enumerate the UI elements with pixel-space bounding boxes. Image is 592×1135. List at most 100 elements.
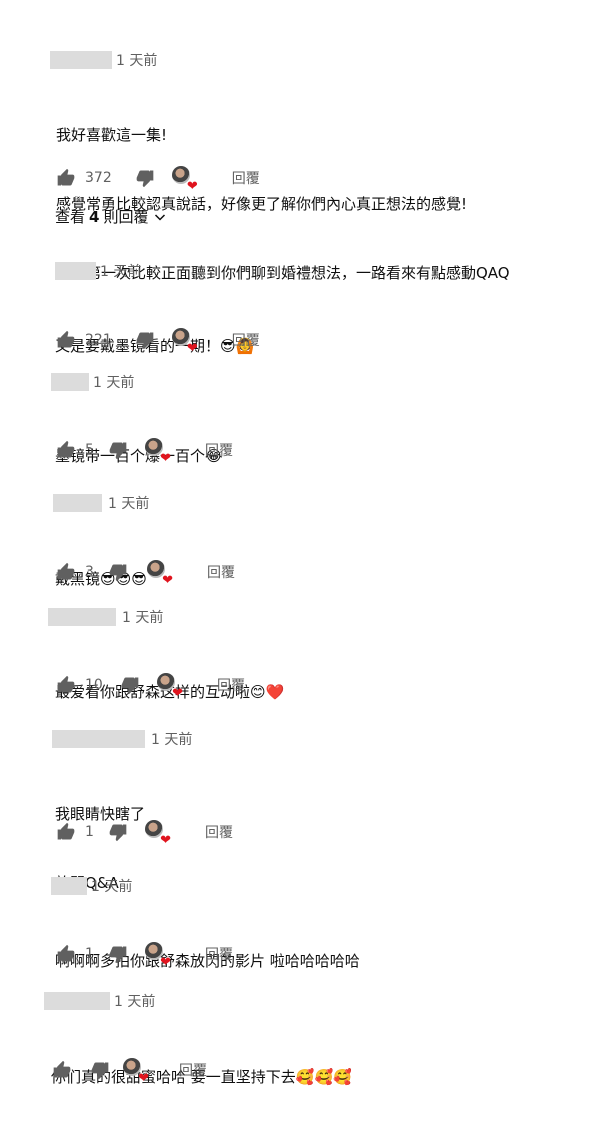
dislike-button[interactable] — [107, 561, 129, 583]
heart-icon: ❤ — [186, 179, 198, 194]
like-button[interactable] — [55, 439, 77, 461]
author-name-redacted[interactable] — [51, 877, 87, 895]
comment-actions: ❤ 回覆 — [51, 1058, 207, 1086]
like-count: 221 — [85, 332, 112, 348]
thumbs-up-icon — [57, 562, 75, 580]
creator-heart-icon: ❤ — [171, 166, 198, 194]
heart-icon: ❤ — [160, 451, 171, 466]
author-name-redacted[interactable] — [44, 992, 110, 1010]
comment-header: 1 天前 — [51, 876, 132, 896]
comment-actions: 10 ❤ 回覆 — [55, 673, 245, 701]
like-count: 1 — [85, 946, 94, 962]
dislike-button[interactable] — [107, 943, 129, 965]
comment-header: 1 天前 — [50, 50, 157, 70]
thumbs-down-icon — [109, 442, 127, 460]
heart-icon: ❤ — [160, 955, 171, 970]
comment-actions: 221 ❤ 回覆 — [55, 328, 260, 356]
thumbs-up-icon — [57, 330, 75, 348]
thumbs-up-icon — [57, 822, 75, 840]
like-button[interactable] — [55, 561, 77, 583]
comment-time: 1 天前 — [100, 264, 142, 280]
thumbs-up-icon — [57, 944, 75, 962]
comment-actions: 1 ❤ 回覆 — [55, 820, 233, 848]
creator-heart-icon: ❤ — [123, 1058, 149, 1086]
like-count: 1 — [85, 824, 94, 840]
like-count: 372 — [85, 170, 112, 186]
creator-heart-icon: ❤ — [145, 820, 171, 848]
thumbs-up-icon — [53, 1060, 71, 1078]
like-button[interactable] — [51, 1059, 73, 1081]
author-name-redacted[interactable] — [55, 262, 96, 280]
author-name-redacted[interactable] — [48, 608, 116, 626]
reply-button[interactable]: 回覆 — [205, 944, 233, 964]
creator-heart-icon: ❤ — [157, 673, 183, 701]
author-name-redacted[interactable] — [51, 373, 89, 391]
thumbs-down-icon — [136, 332, 154, 350]
dislike-button[interactable] — [107, 439, 129, 461]
comment-header: 1 天前 — [51, 372, 134, 392]
comment-actions: 1 ❤ 回覆 — [55, 942, 233, 970]
comment-actions: 372 ❤ 回覆 — [55, 166, 260, 194]
view-replies-suffix: 則回覆 — [103, 208, 149, 226]
comment-header: 1 天前 — [53, 493, 149, 513]
dislike-button[interactable] — [89, 1059, 111, 1081]
comment-actions: 5 ❤ 回覆 — [55, 438, 233, 466]
thumbs-up-icon — [57, 440, 75, 458]
comment-time: 1 天前 — [93, 375, 135, 391]
reply-button[interactable]: 回覆 — [205, 822, 233, 842]
like-button[interactable] — [55, 329, 77, 351]
reply-button[interactable]: 回覆 — [217, 675, 245, 695]
view-replies-prefix: 查看 — [55, 208, 86, 226]
comment-actions: 3 ❤ 回覆 — [55, 560, 235, 588]
creator-heart-icon: ❤ — [171, 328, 198, 356]
comment-line: 我好喜歡這一集! — [56, 126, 168, 144]
heart-icon: ❤ — [162, 573, 173, 588]
comment-time: 1 天前 — [91, 879, 133, 895]
chevron-down-icon — [154, 211, 166, 223]
like-button[interactable] — [55, 674, 77, 696]
like-button[interactable] — [55, 821, 77, 843]
creator-heart-icon: ❤ — [145, 438, 171, 466]
heart-icon: ❤ — [172, 686, 183, 701]
thumbs-down-icon — [109, 824, 127, 842]
comment-time: 1 天前 — [122, 610, 164, 626]
like-button[interactable] — [55, 943, 77, 965]
reply-button[interactable]: 回覆 — [207, 562, 235, 582]
author-name-redacted[interactable] — [52, 730, 145, 748]
creator-heart-icon: ❤ — [147, 560, 173, 588]
heart-icon: ❤ — [160, 833, 171, 848]
comment-time: 1 天前 — [108, 496, 150, 512]
like-count: 5 — [85, 442, 94, 458]
reply-count: 4 — [89, 207, 100, 226]
thumbs-down-icon — [109, 946, 127, 964]
thumbs-up-icon — [57, 168, 75, 186]
reply-button[interactable]: 回覆 — [232, 330, 260, 350]
thumbs-down-icon — [91, 1062, 109, 1080]
view-replies-button[interactable]: 查看 4 則回覆 — [55, 206, 166, 227]
like-button[interactable] — [55, 167, 77, 189]
heart-icon: ❤ — [186, 341, 198, 356]
comment-header: 1 天前 — [48, 607, 163, 627]
dislike-button[interactable] — [134, 167, 156, 189]
reply-button[interactable]: 回覆 — [205, 440, 233, 460]
heart-icon: ❤ — [138, 1071, 149, 1086]
thumbs-up-icon — [57, 675, 75, 693]
thumbs-down-icon — [136, 170, 154, 188]
reply-button[interactable]: 回覆 — [232, 168, 260, 188]
like-count: 3 — [85, 564, 94, 580]
comment-time: 1 天前 — [116, 53, 158, 69]
dislike-button[interactable] — [119, 674, 141, 696]
reply-button[interactable]: 回覆 — [179, 1060, 207, 1080]
comment-header: 1 天前 — [44, 991, 155, 1011]
dislike-button[interactable] — [107, 821, 129, 843]
thumbs-down-icon — [121, 677, 139, 695]
author-name-redacted[interactable] — [53, 494, 102, 512]
comment-header: 1 天前 — [55, 261, 141, 281]
author-name-redacted[interactable] — [50, 51, 112, 69]
thumbs-down-icon — [109, 564, 127, 582]
comment-header: 1 天前 — [52, 729, 192, 749]
dislike-button[interactable] — [134, 329, 156, 351]
comment-time: 1 天前 — [151, 732, 193, 748]
creator-heart-icon: ❤ — [145, 942, 171, 970]
comment-time: 1 天前 — [114, 994, 156, 1010]
